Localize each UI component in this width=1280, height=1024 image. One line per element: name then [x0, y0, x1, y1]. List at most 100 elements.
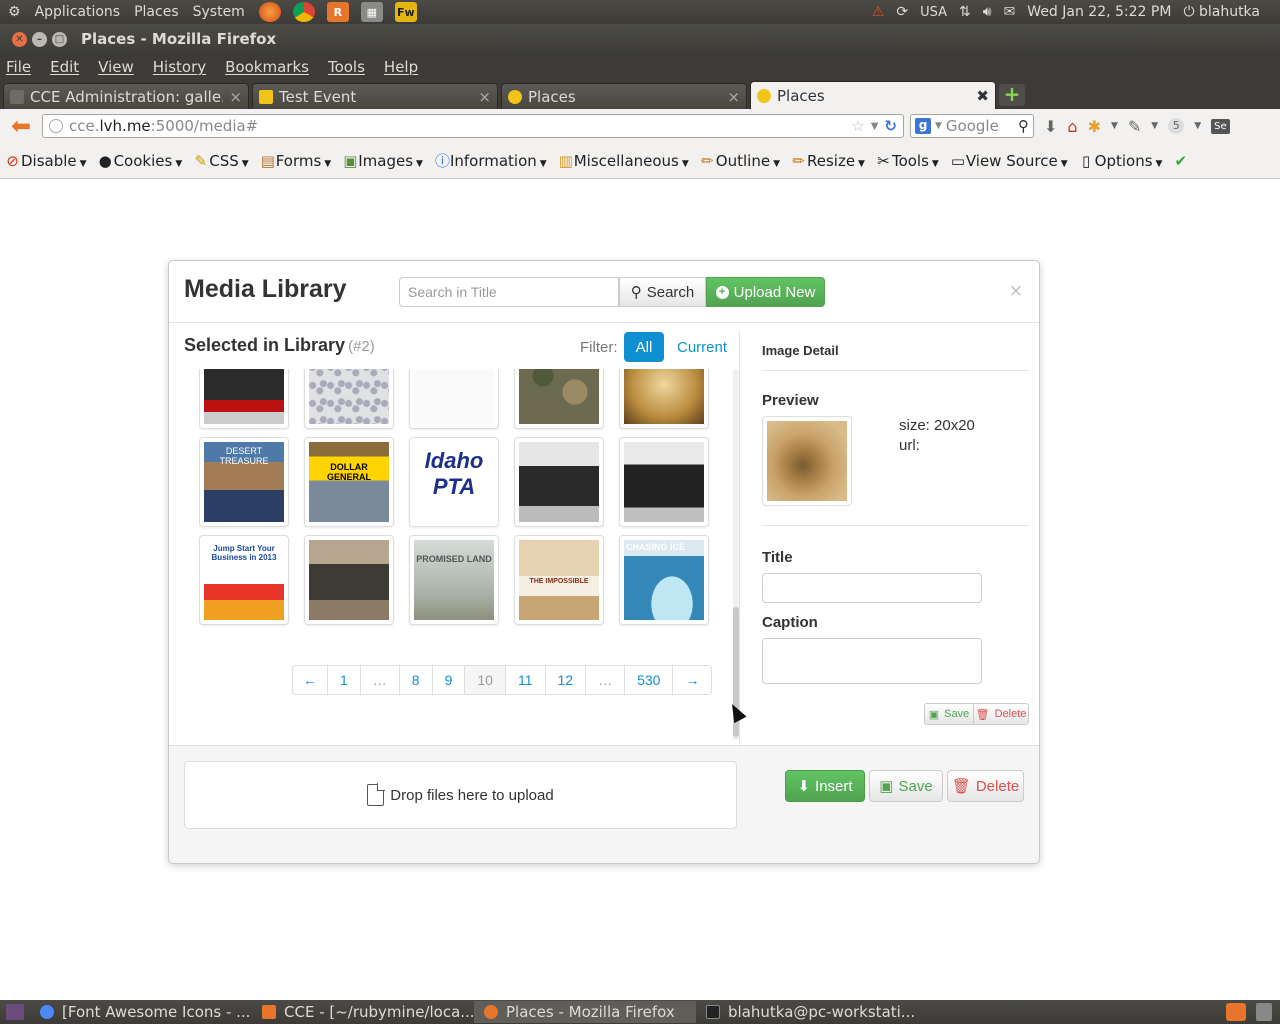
url-text[interactable]: cce.lvh.me:5000/media# [69, 117, 845, 135]
dev-cookies[interactable]: ● Cookies ▼ [99, 152, 183, 170]
downloads-icon[interactable]: ⬇ [1044, 117, 1057, 136]
thumb-food[interactable] [619, 369, 709, 429]
detail-save-button[interactable]: ▣ Save [924, 703, 974, 725]
menu-places[interactable]: Places [134, 4, 179, 20]
thumb-idaho-pta[interactable]: Idaho PTA [409, 437, 499, 527]
reload-icon[interactable]: ↻ [884, 117, 897, 135]
thumb-desert-treasure[interactable]: DESERT TREASURE [199, 437, 289, 527]
tab-places-active[interactable]: Places ✖ [750, 81, 996, 109]
selenium-icon[interactable]: Se [1211, 118, 1230, 134]
user-menu[interactable]: ⏻ blahutka [1183, 4, 1260, 20]
page-prev[interactable]: ← [293, 666, 327, 694]
dev-css[interactable]: ✎ CSS ▼ [194, 152, 248, 170]
thumb-camouflage[interactable] [514, 369, 604, 429]
tab-close-icon[interactable]: × [478, 88, 491, 106]
menu-edit[interactable]: Edit [50, 58, 79, 76]
page-11[interactable]: 11 [504, 666, 545, 694]
window-close-icon[interactable]: ✕ [12, 31, 27, 47]
counter-dropdown-icon[interactable]: ▼ [1194, 121, 1201, 131]
validation-check-icon[interactable]: ✔ [1174, 152, 1187, 170]
caption-field[interactable] [762, 638, 982, 684]
tab-places[interactable]: Places × [501, 83, 747, 109]
detail-delete-button[interactable]: 🗑︎ Delete [973, 703, 1029, 725]
thumb-dollar-general[interactable]: DOLLAR GENERAL [304, 437, 394, 527]
network-icon[interactable]: ⟳ [896, 4, 908, 20]
filter-all-button[interactable]: All [624, 332, 664, 362]
trash-tray-icon[interactable] [1256, 1003, 1272, 1021]
rubymine-icon[interactable]: R [326, 2, 349, 22]
menu-help[interactable]: Help [384, 58, 418, 76]
thumb-students[interactable] [304, 535, 394, 625]
dev-information[interactable]: ⓘInformation ▼ [435, 150, 547, 171]
dev-images[interactable]: ▣Images ▼ [343, 152, 423, 170]
tab-test-event[interactable]: Test Event × [252, 83, 498, 109]
thumb-promised-land[interactable]: PROMISED LAND [409, 535, 499, 625]
dev-forms[interactable]: ▤Forms ▼ [261, 152, 332, 170]
upload-new-button[interactable]: + Upload New [706, 277, 825, 307]
dev-disable[interactable]: ⊘ Disable ▼ [6, 152, 86, 170]
calculator-icon[interactable]: ▦ [360, 2, 383, 22]
thumb-race-car[interactable] [199, 369, 289, 429]
save-button[interactable]: ▣ Save [869, 770, 943, 802]
dev-outline[interactable]: ✏ Outline ▼ [701, 152, 780, 170]
google-icon[interactable]: g [915, 118, 931, 134]
menu-file[interactable]: File [6, 58, 31, 76]
dev-resize[interactable]: ✏ Resize ▼ [792, 152, 865, 170]
filter-current-button[interactable]: Current [677, 339, 727, 356]
dev-options[interactable]: ▯ Options ▼ [1080, 152, 1162, 170]
dev-view-source[interactable]: ▭View Source ▼ [951, 152, 1068, 170]
thumb-speckled[interactable] [304, 369, 394, 429]
new-tab-button[interactable]: + [999, 84, 1025, 106]
menu-history[interactable]: History [153, 58, 206, 76]
firefox-icon[interactable] [258, 2, 281, 22]
pipette-icon[interactable]: ✎ [1128, 117, 1141, 136]
chrome-icon[interactable] [292, 2, 315, 22]
tab-cce-administration[interactable]: CCE Administration: galle... × [3, 83, 249, 109]
thumbnail-grid[interactable]: LAPYN DESERT TREASURE DOLLAR GENERAL Idaho … [199, 369, 719, 631]
volume-icon[interactable]: 🔊︎ [983, 4, 992, 20]
menu-applications[interactable]: Applications [35, 4, 121, 20]
menu-tools[interactable]: Tools [328, 58, 365, 76]
page-9[interactable]: 9 [431, 666, 465, 694]
firebug-icon[interactable]: ✱ [1088, 117, 1101, 136]
task-font-awesome[interactable]: [Font Awesome Icons - ... [30, 1001, 252, 1023]
menu-bookmarks[interactable]: Bookmarks [225, 58, 309, 76]
fireworks-icon[interactable]: Fw [394, 2, 417, 22]
back-arrow-icon[interactable]: ⬅ [6, 112, 36, 140]
bookmark-star-icon[interactable]: ☆ [851, 117, 864, 135]
upload-dropzone[interactable]: Drop files here to upload [184, 761, 737, 829]
show-desktop-icon[interactable] [6, 1004, 24, 1020]
mail-icon[interactable]: ✉ [1004, 4, 1016, 20]
thumb-big-marketing[interactable]: Jump Start Your Business in 2013 [199, 535, 289, 625]
ubuntu-logo-icon[interactable]: ⚙ [8, 4, 21, 20]
task-rubymine[interactable]: CCE - [~/rubymine/loca... [252, 1001, 474, 1023]
magnifier-icon[interactable]: ⚲ [1018, 117, 1029, 135]
tab-close-icon[interactable]: ✖ [976, 87, 989, 105]
thumb-band-2[interactable] [619, 437, 709, 527]
menu-view[interactable]: View [98, 58, 134, 76]
page-last[interactable]: 530 [624, 666, 672, 694]
pipette-dropdown-icon[interactable]: ▼ [1151, 121, 1158, 131]
search-engine-dropdown-icon[interactable]: ▼ [935, 121, 942, 131]
history-dropdown-icon[interactable]: ▼ [871, 121, 879, 132]
window-maximize-icon[interactable]: □ [52, 31, 67, 47]
thumb-chasing-ice[interactable]: CHASING ICE [619, 535, 709, 625]
task-terminal[interactable]: blahutka@pc-workstati... [696, 1001, 918, 1023]
insert-button[interactable]: ⬇ Insert [785, 770, 865, 802]
url-bar[interactable]: cce.lvh.me:5000/media# ☆ ▼ ↻ [42, 114, 904, 138]
dev-miscellaneous[interactable]: ▥Miscellaneous ▼ [559, 152, 689, 170]
search-bar[interactable]: g ▼ Google ⚲ [910, 114, 1034, 138]
menu-system[interactable]: System [193, 4, 245, 20]
thumb-green-logo[interactable]: LAPYN [409, 369, 499, 429]
counter-badge[interactable]: 5 [1168, 118, 1185, 134]
delete-button[interactable]: 🗑︎ Delete [947, 770, 1024, 802]
transfer-icon[interactable]: ⇅ [959, 4, 971, 20]
page-8[interactable]: 8 [398, 666, 432, 694]
page-next[interactable]: → [672, 666, 711, 694]
dev-tools[interactable]: ✂ Tools ▼ [877, 152, 939, 170]
window-minimize-icon[interactable]: – [32, 31, 47, 47]
page-1[interactable]: 1 [327, 666, 360, 694]
page-12[interactable]: 12 [544, 666, 586, 694]
home-icon[interactable]: ⌂ [1067, 117, 1077, 136]
clock[interactable]: Wed Jan 22, 5:22 PM [1027, 4, 1171, 20]
